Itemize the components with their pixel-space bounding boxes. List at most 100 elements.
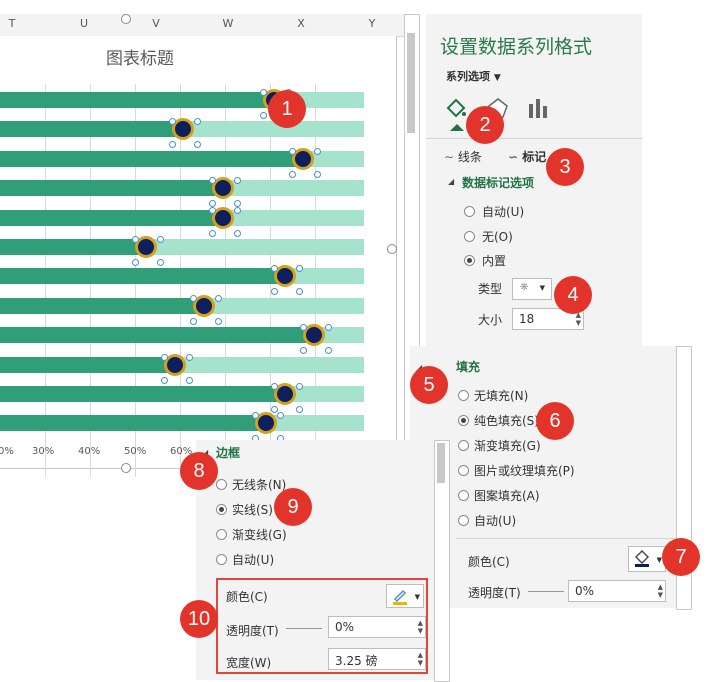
bar-value[interactable]	[0, 415, 270, 432]
bar-value[interactable]	[0, 356, 179, 373]
column-header-x[interactable]: X	[291, 17, 311, 30]
marker-type-label: 类型	[478, 282, 503, 296]
series-options-dropdown[interactable]: 系列选项 ▼	[446, 68, 501, 84]
spin-up-icon[interactable]: ▲	[418, 651, 423, 659]
bar-value[interactable]	[0, 297, 208, 314]
column-header-w[interactable]: W	[218, 17, 238, 30]
marker-selection-handle[interactable]	[208, 206, 216, 214]
tab-line[interactable]: ∼ 线条	[444, 148, 482, 165]
marker-selection-handle[interactable]	[186, 353, 194, 361]
marker-selection-handle[interactable]	[270, 265, 278, 273]
bar-value[interactable]	[0, 150, 306, 167]
spin-down-icon[interactable]: ▼	[658, 591, 663, 599]
marker-selection-handle[interactable]	[313, 170, 321, 178]
border-section[interactable]: 边框	[216, 444, 240, 461]
bar-value[interactable]	[0, 268, 288, 285]
picture-fill-radio[interactable]	[458, 465, 469, 476]
scrollbar-thumb[interactable]	[437, 443, 445, 483]
marker-none-radio[interactable]	[464, 231, 475, 242]
marker-selection-handle[interactable]	[161, 353, 169, 361]
column-header-t[interactable]: T	[2, 17, 22, 30]
marker-selection-handle[interactable]	[299, 324, 307, 332]
marker-selection-handle[interactable]	[324, 347, 332, 355]
auto-fill-radio[interactable]	[458, 515, 469, 526]
scrollbar-thumb[interactable]	[407, 33, 415, 133]
collapse-icon[interactable]: ◢	[448, 177, 454, 186]
bar-chart[interactable]: 图表标题	[0, 36, 397, 477]
gradient-line-radio[interactable]	[216, 529, 227, 540]
fill-section[interactable]: 填充	[456, 358, 480, 375]
marker-selection-handle[interactable]	[157, 259, 165, 266]
marker-selection-handle[interactable]	[270, 406, 278, 413]
marker-selection-handle[interactable]	[295, 265, 303, 273]
marker-selection-handle[interactable]	[233, 229, 241, 237]
marker-auto-radio[interactable]	[464, 206, 475, 217]
marker-type-dropdown[interactable]: ❋ ▼	[512, 278, 552, 300]
marker-selection-handle[interactable]	[270, 383, 278, 390]
bar-value[interactable]	[0, 180, 226, 197]
marker-selection-handle[interactable]	[186, 376, 194, 384]
gradient-fill-radio[interactable]	[458, 440, 469, 451]
border-transparency-slider[interactable]	[286, 628, 322, 629]
bar-value[interactable]	[0, 327, 317, 344]
series-options-tab[interactable]	[526, 96, 550, 120]
marker-selection-handle[interactable]	[295, 406, 303, 413]
marker-selection-handle[interactable]	[259, 112, 267, 119]
spin-up-icon[interactable]: ▲	[658, 583, 663, 591]
chart-resize-handle[interactable]	[121, 463, 131, 473]
tab-line-label: 线条	[457, 150, 482, 164]
marker-selection-handle[interactable]	[324, 324, 332, 332]
marker-selection-handle[interactable]	[295, 383, 303, 390]
marker-selection-handle[interactable]	[259, 89, 267, 96]
solid-line-radio[interactable]	[216, 504, 227, 515]
pattern-fill-radio[interactable]	[458, 490, 469, 501]
column-header-v[interactable]: V	[146, 17, 166, 30]
bar-value[interactable]	[0, 121, 186, 138]
spin-down-icon[interactable]: ▼	[418, 627, 423, 635]
tab-marker[interactable]: ∽ 标记	[508, 148, 546, 165]
marker-selection-handle[interactable]	[168, 141, 176, 149]
chart-resize-handle[interactable]	[387, 244, 397, 254]
fill-line-tab[interactable]	[444, 96, 468, 120]
marker-selection-handle[interactable]	[208, 229, 216, 237]
column-header-y[interactable]: Y	[362, 17, 382, 30]
chart-title[interactable]: 图表标题	[60, 44, 220, 69]
marker-selection-handle[interactable]	[313, 147, 321, 155]
x-tick-label: 30%	[32, 446, 55, 457]
marker-selection-handle[interactable]	[233, 206, 241, 214]
column-header-u[interactable]: U	[74, 17, 94, 30]
border-transparency-input[interactable]: 0% ▲ ▼	[328, 616, 426, 638]
no-fill-radio[interactable]	[458, 390, 469, 401]
marker-selection-handle[interactable]	[288, 147, 296, 155]
bar-value[interactable]	[0, 386, 288, 402]
bar-value[interactable]	[0, 209, 226, 226]
marker-selection-handle[interactable]	[161, 376, 169, 384]
marker-selection-handle[interactable]	[132, 259, 140, 266]
border-color-button[interactable]: ▼	[386, 584, 424, 608]
marker-selection-handle[interactable]	[193, 141, 201, 149]
bar-value[interactable]	[0, 92, 277, 108]
marker-builtin-radio[interactable]	[464, 255, 475, 266]
marker-selection-handle[interactable]	[190, 317, 198, 325]
marker-selection-handle[interactable]	[288, 170, 296, 178]
marker-selection-handle[interactable]	[299, 347, 307, 355]
solid-fill-radio[interactable]	[458, 415, 469, 426]
border-panel-scrollbar[interactable]	[434, 440, 450, 682]
chart-resize-handle[interactable]	[121, 14, 131, 24]
marker-selection-handle[interactable]	[295, 288, 303, 296]
auto-line-radio[interactable]	[216, 554, 227, 565]
marker-selection-handle[interactable]	[270, 288, 278, 296]
border-width-input[interactable]: 3.25 磅 ▲ ▼	[328, 648, 426, 670]
fill-color-button[interactable]: ▼	[628, 546, 666, 572]
marker-selection-handle[interactable]	[215, 317, 223, 325]
no-line-radio[interactable]	[216, 479, 227, 490]
marker-options-section[interactable]: 数据标记选项	[462, 174, 534, 191]
spin-up-icon[interactable]: ▲	[418, 619, 423, 627]
bar-value[interactable]	[0, 239, 150, 255]
marker-selection-handle[interactable]	[208, 177, 216, 185]
spin-down-icon[interactable]: ▼	[576, 319, 581, 327]
fill-transparency-slider[interactable]	[528, 591, 564, 592]
fill-transparency-input[interactable]: 0% ▲ ▼	[568, 580, 666, 602]
spin-down-icon[interactable]: ▼	[418, 659, 423, 667]
marker-selection-handle[interactable]	[233, 177, 241, 185]
